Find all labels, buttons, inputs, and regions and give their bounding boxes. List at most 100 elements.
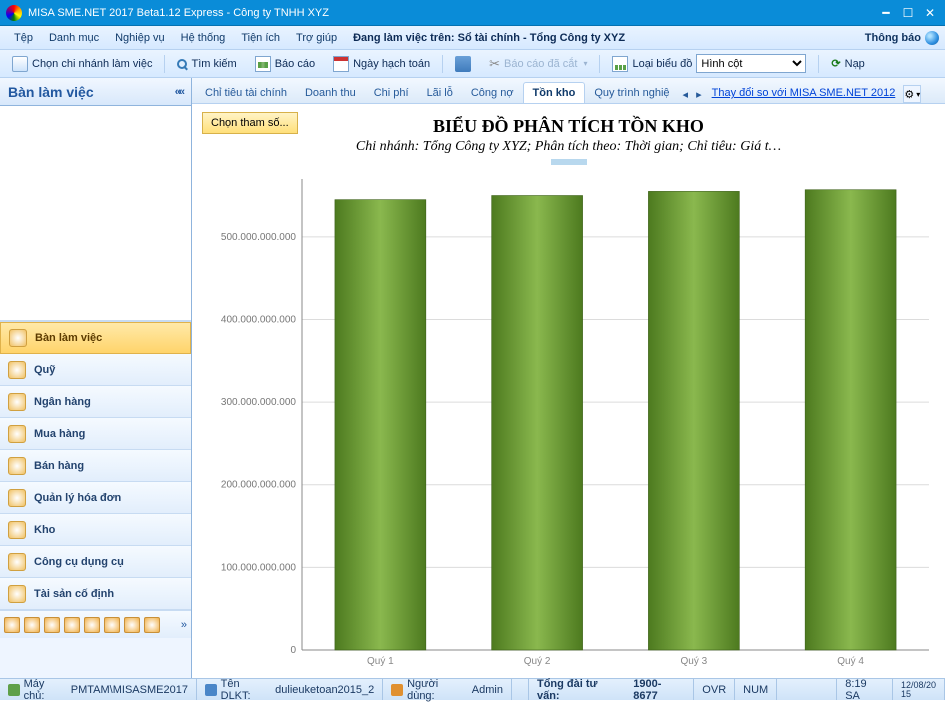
nav-item-cong-cu[interactable]: Công cụ dụng cụ (0, 546, 191, 578)
nav-label: Bàn làm việc (35, 332, 102, 344)
branch-icon (12, 56, 28, 72)
chart-type-icon (612, 56, 628, 72)
menu-nghiepvu[interactable]: Nghiệp vụ (107, 29, 173, 47)
maximize-button[interactable]: ☐ (899, 6, 917, 20)
accounting-date-button[interactable]: Ngày hạch toán (327, 54, 436, 74)
globe-icon[interactable] (925, 31, 939, 45)
window-title: MISA SME.NET 2017 Beta1.12 Express - Côn… (28, 7, 329, 19)
invoice-icon (8, 489, 26, 507)
menu-danhmuc[interactable]: Danh mục (41, 29, 107, 47)
nav-item-mua-hang[interactable]: Mua hàng (0, 418, 191, 450)
cut-report-label: Báo cáo đã cắt (504, 58, 577, 70)
chart-type-select[interactable]: Hình cột (696, 54, 806, 73)
purchase-icon (8, 425, 26, 443)
sidebar: Bàn làm việc «« Bàn làm việc Quỹ Ngân hà… (0, 78, 192, 678)
mini-nav-icon[interactable] (24, 617, 40, 633)
save-icon (455, 56, 471, 72)
chart-subtitle: Chi nhánh: Tổng Công ty XYZ; Phân tích t… (202, 139, 935, 155)
tab-chi-phi[interactable]: Chi phí (365, 83, 418, 103)
mini-nav-icon[interactable] (104, 617, 120, 633)
choose-branch-label: Chọn chi nhánh làm việc (32, 58, 152, 70)
notify-label[interactable]: Thông báo (865, 32, 921, 44)
status-hotline: Tổng đài tư vấn: 1900-8677 (529, 679, 694, 700)
cut-report-button: ✂ Báo cáo đã cắt ▾ (483, 54, 593, 74)
nav-label: Bán hàng (34, 460, 84, 472)
svg-text:Quý 1: Quý 1 (367, 656, 394, 667)
toolbar: Chọn chi nhánh làm việc Tìm kiếm Báo cáo… (0, 50, 945, 78)
fund-icon (8, 361, 26, 379)
status-host: Máy chủ: PMTAM\MISASME2017 (0, 679, 197, 700)
assets-icon (8, 585, 26, 603)
svg-text:200.000.000.000: 200.000.000.000 (221, 480, 297, 491)
collapse-sidebar-icon[interactable]: «« (175, 86, 183, 98)
tab-bar: Chỉ tiêu tài chính Doanh thu Chi phí Lãi… (192, 78, 945, 104)
chart-drag-handle[interactable] (551, 159, 587, 165)
tab-doanh-thu[interactable]: Doanh thu (296, 83, 365, 103)
nav-label: Kho (34, 524, 55, 536)
reload-label: Nạp (845, 58, 865, 70)
sidebar-empty-panel (0, 106, 191, 321)
tab-lai-lo[interactable]: Lãi lỗ (418, 83, 462, 103)
nav-item-tai-san[interactable]: Tài sản cố định (0, 578, 191, 610)
desktop-icon (9, 329, 27, 347)
svg-text:Quý 3: Quý 3 (681, 656, 708, 667)
mini-nav-icon[interactable] (124, 617, 140, 633)
app-logo-icon (6, 5, 22, 21)
nav-label: Mua hàng (34, 428, 85, 440)
nav-label: Công cụ dụng cụ (34, 556, 124, 568)
svg-text:300.000.000.000: 300.000.000.000 (221, 397, 297, 408)
tab-quy-trinh[interactable]: Quy trình nghiệ (585, 83, 678, 103)
tab-ton-kho[interactable]: Tồn kho (523, 82, 586, 104)
tab-cong-no[interactable]: Công nợ (462, 83, 523, 103)
tab-scroll-left-icon[interactable]: ◂ (679, 86, 693, 103)
changes-link[interactable]: Thay đổi so với MISA SME.NET 2012 (706, 83, 902, 103)
nav-strip-more-icon[interactable]: » (181, 619, 187, 631)
menu-tep[interactable]: Tệp (6, 29, 41, 47)
inventory-icon (8, 521, 26, 539)
nav-label: Ngân hàng (34, 396, 91, 408)
scissors-icon: ✂ (489, 56, 500, 72)
nav-list: Bàn làm việc Quỹ Ngân hàng Mua hàng Bán … (0, 321, 191, 610)
sidebar-header: Bàn làm việc «« (0, 78, 191, 106)
mini-nav-icon[interactable] (64, 617, 80, 633)
main-panel: Chỉ tiêu tài chính Doanh thu Chi phí Lãi… (192, 78, 945, 678)
search-button[interactable]: Tìm kiếm (171, 56, 242, 72)
svg-text:0: 0 (290, 645, 296, 656)
nav-item-hoa-don[interactable]: Quản lý hóa đơn (0, 482, 191, 514)
chart-title: BIỂU ĐỒ PHÂN TÍCH TỒN KHO (202, 116, 935, 137)
menu-tienich[interactable]: Tiện ích (233, 29, 288, 47)
mini-nav-icon[interactable] (4, 617, 20, 633)
window-titlebar: MISA SME.NET 2017 Beta1.12 Express - Côn… (0, 0, 945, 26)
nav-item-ngan-hang[interactable]: Ngân hàng (0, 386, 191, 418)
nav-label: Tài sản cố định (34, 588, 114, 600)
mini-nav-icon[interactable] (84, 617, 100, 633)
minimize-button[interactable]: ━ (877, 6, 895, 20)
report-button[interactable]: Báo cáo (249, 54, 321, 74)
nav-item-ban-hang[interactable]: Bán hàng (0, 450, 191, 482)
nav-item-kho[interactable]: Kho (0, 514, 191, 546)
chart-type-label: Loại biểu đồ (632, 58, 692, 70)
bank-icon (8, 393, 26, 411)
tab-scroll-right-icon[interactable]: ▸ (692, 86, 706, 103)
reload-button[interactable]: ⟳ Nạp (825, 55, 870, 72)
mini-nav-icon[interactable] (44, 617, 60, 633)
menu-hethong[interactable]: Hệ thống (173, 29, 234, 47)
choose-branch-button[interactable]: Chọn chi nhánh làm việc (6, 54, 158, 74)
tools-icon (8, 553, 26, 571)
mini-nav-icon[interactable] (144, 617, 160, 633)
close-button[interactable]: ✕ (921, 6, 939, 20)
tab-chi-tieu-tai-chinh[interactable]: Chỉ tiêu tài chính (196, 83, 296, 103)
choose-params-button[interactable]: Chọn tham số... (202, 112, 298, 134)
working-on-label: Đang làm việc trên: (353, 32, 454, 44)
gear-icon[interactable]: ⚙▾ (903, 85, 921, 103)
sidebar-title: Bàn làm việc (8, 84, 94, 100)
refresh-icon: ⟳ (831, 57, 840, 70)
nav-item-quy[interactable]: Quỹ (0, 354, 191, 386)
status-user: Người dùng: Admin (383, 679, 512, 700)
status-db: Tên DLKT: dulieuketoan2015_2 (197, 679, 383, 700)
search-icon (177, 59, 187, 69)
menu-trogiup[interactable]: Trợ giúp (288, 29, 345, 47)
sales-icon (8, 457, 26, 475)
menu-bar: Tệp Danh mục Nghiệp vụ Hệ thống Tiện ích… (0, 26, 945, 50)
nav-item-ban-lam-viec[interactable]: Bàn làm việc (0, 322, 191, 354)
